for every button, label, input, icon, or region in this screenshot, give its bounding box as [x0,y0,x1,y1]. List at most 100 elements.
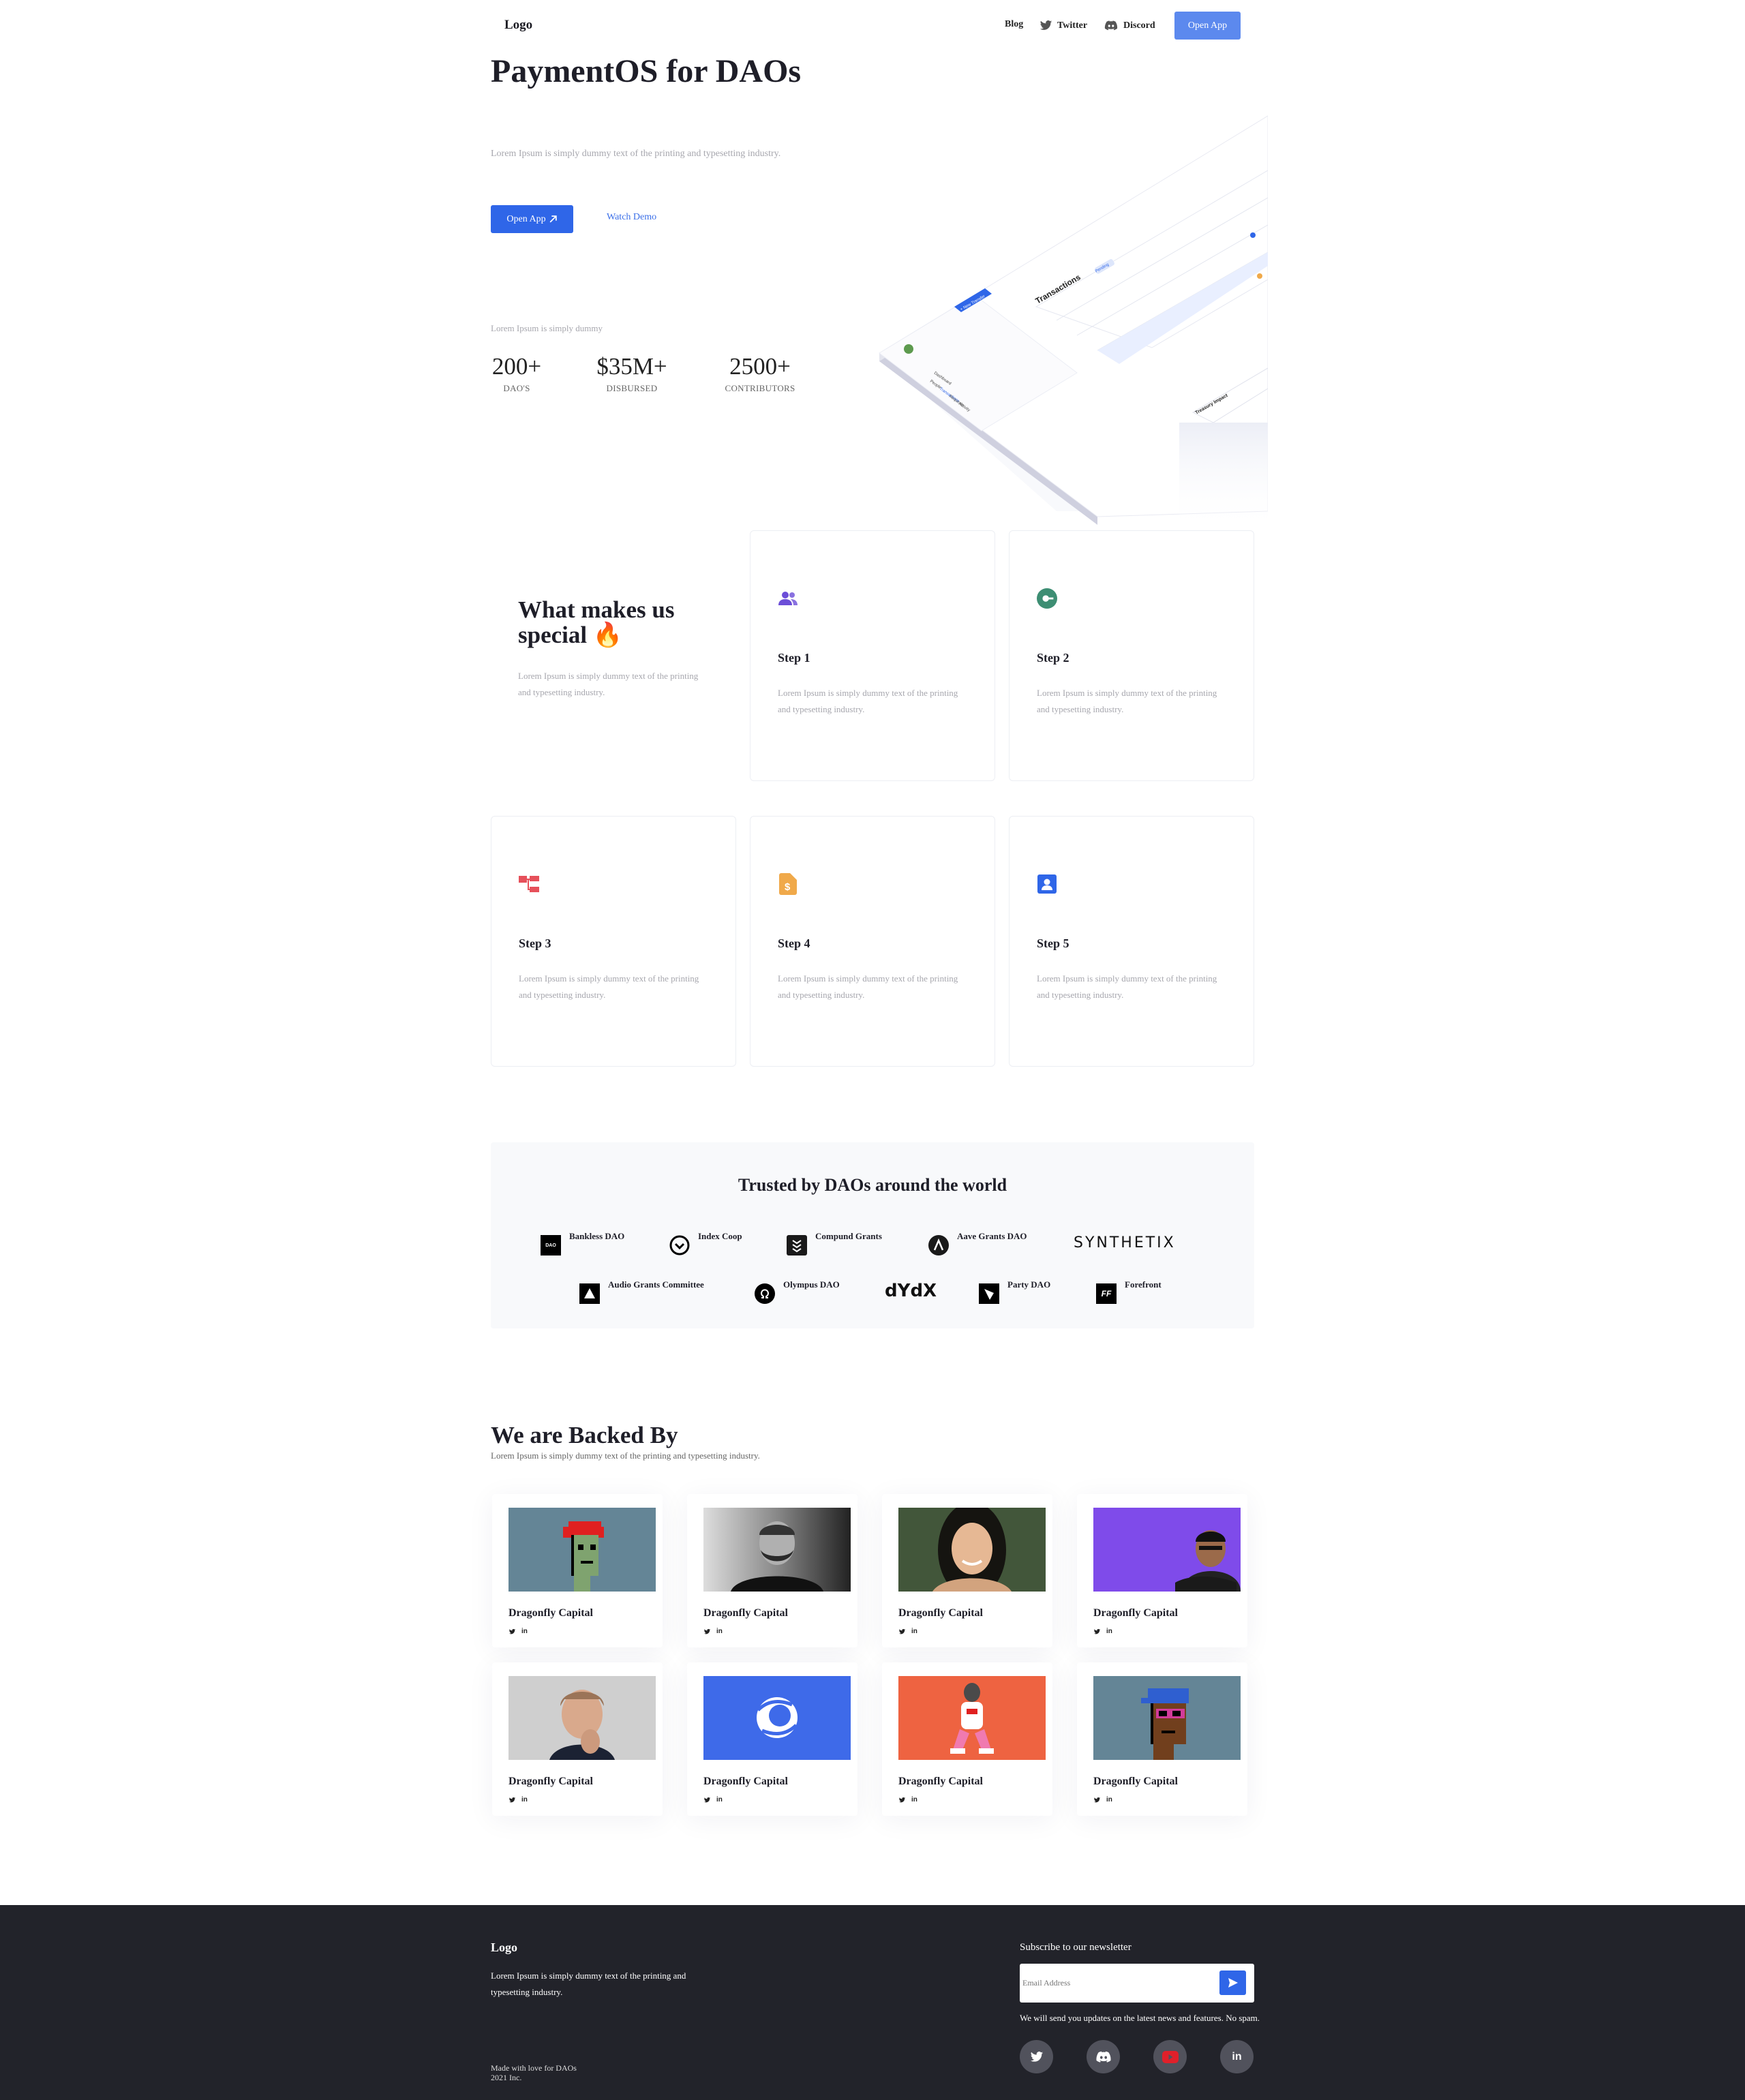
arrow-up-right-icon [549,215,557,223]
contact-card-icon [1037,874,1057,894]
footer-logo[interactable]: Logo [491,1941,517,1955]
investor-card: Dragonfly Capital in [492,1662,663,1816]
investor-socials: in [703,1796,723,1804]
investor-card: Dragonfly Capital in [1077,1662,1247,1816]
step-title: Step 5 [1037,937,1069,950]
linkedin-icon[interactable]: in [1106,1628,1112,1635]
party-logo-icon [979,1283,999,1304]
linkedin-icon[interactable]: in [911,1796,917,1804]
investor-socials: in [509,1628,528,1635]
twitter-icon[interactable] [1093,1797,1101,1804]
dydx-logo: dYdX [885,1281,937,1301]
investor-card: Dragonfly Capital in [1077,1494,1247,1647]
dashboard-screenshot: + New Transfer Dashboard People Transact… [879,115,1268,532]
subscribe-button[interactable] [1219,1970,1246,1995]
twitter-icon[interactable] [898,1797,906,1804]
dao-audio-grants: Audio Grants Committee [579,1279,704,1304]
discord-icon [1104,20,1118,31]
email-field[interactable]: Email Address [1020,1964,1254,2003]
stat-contributors: 2500+ CONTRIBUTORS [719,353,801,394]
investor-card: Dragonfly Capital in [687,1662,858,1816]
nav-open-app-button[interactable]: Open App [1174,12,1241,40]
investor-card: Dragonfly Capital in [687,1494,858,1647]
footer-linkedin-button[interactable]: in [1220,2040,1254,2073]
special-section-title: What makes us special 🔥 [518,597,723,648]
linkedin-icon[interactable]: in [1106,1796,1112,1804]
twitter-icon [1030,2051,1043,2062]
stat-label: DISBURSED [606,383,658,393]
step-description: Lorem Ipsum is simply dummy text of the … [778,973,958,1000]
svg-text:$: $ [785,881,791,893]
stat-value: 200+ [491,353,542,380]
investor-name: Dragonfly Capital [1093,1607,1178,1619]
footer-description: Lorem Ipsum is simply dummy text of the … [491,1970,686,1997]
twitter-icon[interactable] [509,1628,516,1635]
step-description: Lorem Ipsum is simply dummy text of the … [1037,973,1217,1000]
investor-photo [509,1508,656,1592]
linkedin-icon[interactable]: in [521,1796,528,1804]
forefront-logo-icon: FF [1096,1283,1117,1304]
youtube-icon [1162,2050,1179,2063]
investor-photo [703,1508,851,1592]
hierarchy-icon [519,874,539,894]
linkedin-icon[interactable]: in [716,1796,723,1804]
twitter-icon[interactable] [509,1797,516,1804]
investor-socials: in [898,1796,917,1804]
linkedin-icon[interactable]: in [521,1628,528,1635]
watch-demo-link[interactable]: Watch Demo [607,212,656,223]
dao-party: Party DAO [979,1279,1050,1304]
newsletter-note: We will send you updates on the latest n… [1020,2013,1260,2023]
step-description: Lorem Ipsum is simply dummy text of the … [1037,688,1217,714]
dao-forefront: FF Forefront [1096,1279,1162,1304]
nav-discord-link[interactable]: Discord [1104,19,1155,32]
nav-discord-label: Discord [1123,20,1155,31]
investor-photo [898,1508,1046,1592]
copyright-text: 2021 Inc. [491,2073,522,2082]
twitter-icon[interactable] [1093,1628,1101,1635]
twitter-icon[interactable] [703,1797,711,1804]
nav-blog-label: Blog [1005,19,1024,29]
dao-name: Forefront [1125,1279,1162,1290]
dao-name: Compund Grants [815,1231,882,1241]
dao-name: Olympus DAO [783,1279,840,1290]
hero-subtitle: Lorem Ipsum is simply dummy text of the … [491,149,781,159]
footer-youtube-button[interactable] [1153,2040,1187,2073]
investor-card: Dragonfly Capital in [492,1494,663,1647]
step-card-2: Step 2 Lorem Ipsum is simply dummy text … [1009,530,1254,781]
step-description: Lorem Ipsum is simply dummy text of the … [519,973,699,1000]
investor-name: Dragonfly Capital [1093,1776,1178,1787]
nav-logo[interactable]: Logo [504,18,532,33]
linkedin-icon[interactable]: in [911,1628,917,1635]
stat-label: CONTRIBUTORS [725,383,795,393]
aave-logo-icon [928,1235,949,1256]
footer: Logo Lorem Ipsum is simply dummy text of… [0,1905,1745,2100]
footer-credit: Made with love for DAOs 2021 Inc. [491,2063,577,2082]
nav-twitter-link[interactable]: Twitter [1040,19,1087,32]
twitter-icon[interactable] [898,1628,906,1635]
app-mockup-illustration: + New Transfer Dashboard People Transact… [852,102,1268,532]
footer-discord-button[interactable] [1087,2040,1120,2073]
nav-blog-link[interactable]: Blog [1005,19,1023,30]
stat-value: 2500+ [729,353,791,380]
dao-compound-grants: Compund Grants [787,1231,882,1256]
trusted-section: Trusted by DAOs around the world DAO Ban… [491,1142,1254,1328]
linkedin-icon[interactable]: in [716,1628,723,1635]
stats-caption: Lorem Ipsum is simply dummy [491,323,603,333]
newsletter-title: Subscribe to our newsletter [1020,1942,1132,1953]
stat-disbursed: $35M+ DISBURSED [593,353,671,394]
step-card-5: Step 5 Lorem Ipsum is simply dummy text … [1009,816,1254,1067]
trusted-title: Trusted by DAOs around the world [738,1175,1007,1195]
hero-open-app-button[interactable]: Open App [491,205,573,233]
footer-twitter-button[interactable] [1020,2040,1053,2073]
olympus-logo-icon [755,1283,775,1304]
investor-photo [509,1676,656,1760]
send-icon [1228,1978,1238,1988]
investor-socials: in [1093,1628,1112,1635]
dao-name: Bankless DAO [569,1231,625,1241]
step-card-4: $ Step 4 Lorem Ipsum is simply dummy tex… [750,816,995,1067]
step-description: Lorem Ipsum is simply dummy text of the … [778,688,958,714]
made-with-text: Made with love for DAOs [491,2063,577,2073]
audio-logo-icon [579,1283,600,1304]
backed-title: We are Backed By [491,1422,678,1448]
twitter-icon[interactable] [703,1628,711,1635]
